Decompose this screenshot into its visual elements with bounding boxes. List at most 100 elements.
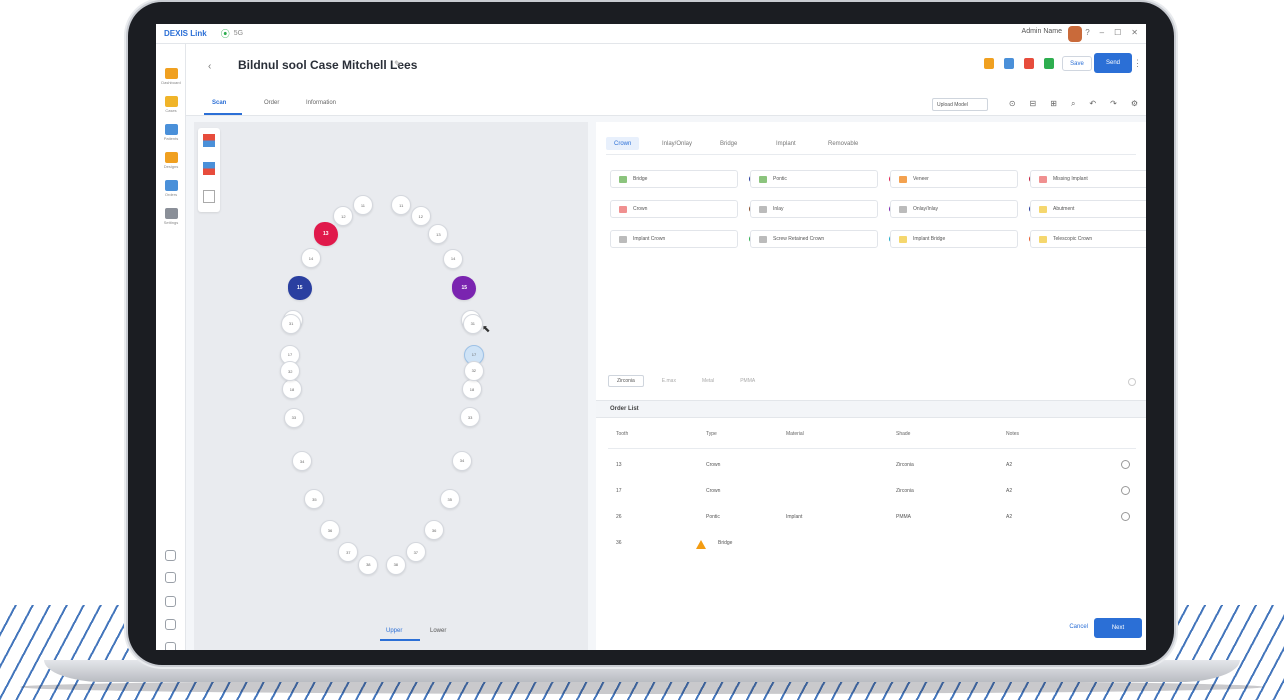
status-icon-1[interactable]	[1004, 58, 1014, 69]
lower-tooth-34[interactable]: 34	[292, 451, 313, 472]
upper-tooth-25[interactable]: 15	[452, 275, 477, 300]
upper-tooth-14[interactable]: 14	[300, 248, 321, 269]
next-button[interactable]: Next	[1094, 618, 1142, 638]
sidebar-item-icon	[164, 152, 178, 163]
restoration-type-8[interactable]: Implant Crown	[610, 230, 757, 248]
lower-tooth-45[interactable]: 35	[439, 489, 460, 510]
restoration-type-6[interactable]: Onlay/Inlay	[890, 200, 1037, 218]
bell-icon[interactable]	[165, 596, 176, 607]
upper-tooth-23[interactable]: 13	[428, 224, 449, 245]
row-delete-icon[interactable]	[1121, 486, 1130, 495]
type-tab-4[interactable]: Removable	[820, 137, 866, 150]
tool-icon-6[interactable]: ⚙	[1131, 99, 1138, 109]
upper-tooth-21[interactable]: 11	[391, 195, 412, 216]
status-icon-3[interactable]	[1044, 58, 1054, 69]
restoration-type-4[interactable]: Crown	[610, 200, 757, 218]
upper-tooth-15[interactable]: 15	[287, 275, 312, 300]
maximize-icon[interactable]: ☐	[1114, 28, 1121, 37]
tab-information[interactable]: Information	[306, 100, 336, 106]
tab-order[interactable]: Order	[264, 100, 279, 106]
lower-tooth-31[interactable]: 31	[281, 313, 302, 334]
tab-scan[interactable]: Scan	[212, 100, 226, 106]
material-option-1[interactable]: E.max	[654, 375, 684, 387]
type-tab-1[interactable]: Inlay/Onlay	[654, 137, 700, 150]
tool-icon-0[interactable]: ⊙	[1009, 99, 1016, 109]
dental-chart-canvas[interactable]: ⬉ Upper Lower 11121314151617181112131415…	[194, 122, 588, 650]
more-icon[interactable]: ⋮	[1133, 58, 1142, 69]
crown-tool-icon[interactable]	[203, 134, 215, 147]
lower-tooth-46[interactable]: 36	[424, 520, 445, 541]
minimize-icon[interactable]: –	[1100, 28, 1104, 37]
restoration-type-1[interactable]: Pontic	[750, 170, 897, 188]
type-tab-3[interactable]: Implant	[768, 137, 804, 150]
eraser-tool-icon[interactable]	[203, 190, 215, 203]
restoration-type-label: Implant Bridge	[913, 236, 946, 242]
sidebar-item-2[interactable]: Patients	[159, 124, 183, 146]
tool-icon-5[interactable]: ↷	[1110, 99, 1117, 109]
lower-tooth-44[interactable]: 34	[451, 450, 472, 471]
logout-icon[interactable]	[165, 642, 176, 650]
material-info-icon[interactable]	[1128, 378, 1136, 386]
lower-tooth-32[interactable]: 32	[280, 361, 301, 382]
save-button[interactable]: Save	[1062, 56, 1092, 71]
back-icon[interactable]: ‹	[208, 61, 211, 72]
lower-tooth-41[interactable]: 31	[462, 313, 483, 334]
lower-tooth-43[interactable]: 33	[460, 407, 481, 428]
restoration-type-10[interactable]: Implant Bridge	[890, 230, 1037, 248]
sidebar-item-4[interactable]: Orders	[159, 180, 183, 202]
sidebar-item-0[interactable]: Dashboard	[159, 68, 183, 90]
upper-tooth-24[interactable]: 14	[443, 248, 464, 269]
edit-icon[interactable]: ✎	[394, 59, 402, 70]
upper-tooth-12[interactable]: 12	[333, 206, 354, 227]
lower-tooth-38[interactable]: 38	[358, 554, 379, 575]
tool-icon-3[interactable]: ⌕	[1071, 99, 1075, 109]
restoration-type-5[interactable]: Inlay	[750, 200, 897, 218]
row-delete-icon[interactable]	[1121, 512, 1130, 521]
bridge-tool-icon[interactable]	[203, 162, 215, 175]
upper-tooth-11[interactable]: 11	[352, 195, 373, 216]
lower-tooth-35[interactable]: 35	[304, 489, 325, 510]
status-icon-0[interactable]	[984, 58, 994, 69]
type-tab-2[interactable]: Bridge	[712, 137, 745, 150]
status-icon-2[interactable]	[1024, 58, 1034, 69]
upload-model-select[interactable]: Upload Model	[932, 98, 988, 111]
type-tab-0[interactable]: Crown	[606, 137, 640, 150]
lower-tooth-42[interactable]: 32	[463, 360, 484, 381]
user-icon[interactable]	[165, 619, 176, 630]
user-name[interactable]: Admin Name	[1022, 28, 1062, 35]
send-button[interactable]: Send	[1094, 53, 1132, 73]
material-option-0[interactable]: Zirconia	[608, 375, 644, 387]
lower-tooth-48[interactable]: 38	[385, 554, 406, 575]
restoration-type-2[interactable]: Veneer	[890, 170, 1037, 188]
view-lower-button[interactable]: Lower	[430, 628, 446, 634]
close-icon[interactable]: ✕	[1131, 28, 1138, 37]
avatar[interactable]	[1068, 26, 1082, 42]
lower-tooth-36[interactable]: 36	[320, 520, 340, 541]
lower-tooth-33[interactable]: 33	[283, 407, 304, 428]
tool-icon-1[interactable]: ⊟	[1030, 99, 1037, 109]
tool-icon-2[interactable]: ⊞	[1050, 99, 1057, 109]
upper-tooth-28[interactable]: 18	[461, 379, 482, 400]
upper-tooth-18[interactable]: 18	[281, 379, 302, 400]
chat-icon[interactable]	[165, 572, 176, 583]
material-option-3[interactable]: PMMA	[732, 375, 763, 387]
restoration-type-9[interactable]: Screw Retained Crown	[750, 230, 897, 248]
restoration-type-0[interactable]: Bridge	[610, 170, 757, 188]
material-option-2[interactable]: Metal	[694, 375, 722, 387]
view-upper-button[interactable]: Upper	[386, 628, 402, 634]
lower-tooth-37[interactable]: 37	[338, 542, 359, 563]
upper-tooth-22[interactable]: 12	[410, 206, 431, 227]
sidebar-item-5[interactable]: Settings	[159, 208, 183, 230]
sidebar-item-1[interactable]: Cases	[159, 96, 183, 118]
restoration-type-7[interactable]: Abutment	[1030, 200, 1146, 218]
help-circle-icon[interactable]	[165, 550, 176, 561]
tool-icon-4[interactable]: ↶	[1089, 99, 1096, 109]
lower-tooth-47[interactable]: 37	[405, 542, 426, 563]
upper-tooth-13[interactable]: 13	[313, 222, 338, 247]
restoration-type-11[interactable]: Telescopic Crown	[1030, 230, 1146, 248]
cancel-button[interactable]: Cancel	[1069, 624, 1088, 630]
row-delete-icon[interactable]	[1121, 460, 1130, 469]
sidebar-item-3[interactable]: Designs	[159, 152, 183, 174]
help-icon[interactable]: ?	[1085, 28, 1089, 37]
restoration-type-3[interactable]: Missing Implant	[1030, 170, 1146, 188]
